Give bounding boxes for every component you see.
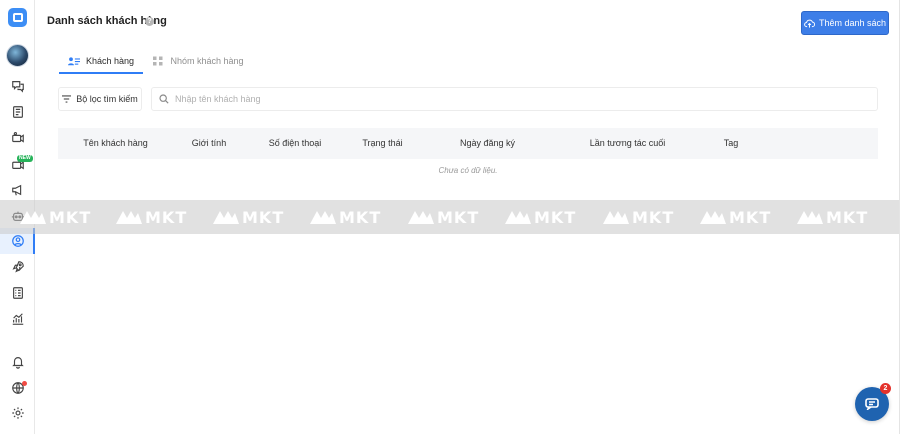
watermark-logo: MKT <box>310 207 381 227</box>
sidebar-item-video-new[interactable]: NEW <box>0 151 35 177</box>
search-input[interactable] <box>175 94 855 104</box>
rocket-icon <box>12 261 24 273</box>
app-root: NEW Danh sách khách hàng ? Thêm danh sác… <box>0 0 900 434</box>
sidebar-item-reports[interactable] <box>0 306 35 332</box>
new-badge: NEW <box>17 155 33 162</box>
form-list-icon <box>12 287 23 299</box>
search-filter-button[interactable]: Bộ lọc tìm kiếm <box>58 87 142 111</box>
chat-unread-badge: 2 <box>880 383 891 394</box>
sidebar-item-launch[interactable] <box>0 254 35 280</box>
watermark-logo: MKT <box>603 207 674 227</box>
tab-customer-groups[interactable]: Nhóm khách hàng <box>148 50 248 72</box>
document-list-icon <box>12 106 23 118</box>
notification-dot <box>22 381 27 386</box>
user-list-icon <box>67 57 80 66</box>
tab-customers[interactable]: Khách hàng <box>59 50 143 72</box>
cloud-upload-icon <box>804 19 815 28</box>
grid-icon <box>153 56 163 66</box>
sidebar-item-documents[interactable] <box>0 99 35 125</box>
column-header-tag[interactable]: Tag <box>700 128 762 159</box>
sidebar-item-settings[interactable] <box>0 400 35 426</box>
help-icon[interactable]: ? <box>145 17 154 26</box>
bell-icon <box>11 357 24 369</box>
user-circle-icon <box>11 235 24 247</box>
add-list-button[interactable]: Thêm danh sách <box>801 11 889 35</box>
sidebar-item-forms[interactable] <box>0 280 35 306</box>
sidebar-item-notifications[interactable] <box>0 349 35 375</box>
chat-bubbles-icon <box>11 81 24 93</box>
chart-growth-icon <box>12 313 23 325</box>
column-header-name[interactable]: Tên khách hàng <box>58 128 173 159</box>
app-logo[interactable] <box>8 8 27 27</box>
sidebar-item-video[interactable] <box>0 125 35 151</box>
column-header-last-interaction[interactable]: Lần tương tác cuối <box>555 128 700 159</box>
column-header-gender[interactable]: Giới tính <box>173 128 245 159</box>
sidebar-item-chat[interactable] <box>0 73 35 99</box>
watermark-logo: MKT <box>700 207 771 227</box>
tab-customer-groups-label: Nhóm khách hàng <box>170 56 244 66</box>
watermark-logo: MKT <box>797 207 868 227</box>
column-header-phone[interactable]: Số điện thoại <box>245 128 345 159</box>
watermark-logo: MKT <box>213 207 284 227</box>
active-tab-indicator <box>59 72 143 74</box>
sidebar-item-language[interactable] <box>0 375 35 401</box>
add-list-label: Thêm danh sách <box>818 18 887 28</box>
watermark-logo: MKT <box>408 207 479 227</box>
video-camera-icon <box>11 132 24 143</box>
search-icon <box>159 94 169 104</box>
tab-customers-label: Khách hàng <box>85 56 135 66</box>
watermark-logo: MKT <box>505 207 576 227</box>
chat-icon <box>865 398 879 410</box>
watermark-band: MKT MKT MKT MKT MKT MKT MKT MKT MKT <box>0 200 900 234</box>
avatar[interactable] <box>6 44 29 67</box>
gear-icon <box>11 407 24 419</box>
empty-state-text: Chưa có dữ liệu. <box>438 166 498 175</box>
filter-lines-icon <box>62 95 72 103</box>
column-header-registered-date[interactable]: Ngày đăng ký <box>420 128 555 159</box>
megaphone-icon <box>11 184 21 196</box>
column-header-status[interactable]: Trạng thái <box>345 128 420 159</box>
watermark-logo: MKT <box>20 207 91 227</box>
watermark-logo: MKT <box>116 207 187 227</box>
search-filter-label: Bộ lọc tìm kiếm <box>76 94 138 104</box>
search-box <box>151 87 878 111</box>
table-header: Tên khách hàng Giới tính Số điện thoại T… <box>58 128 878 159</box>
